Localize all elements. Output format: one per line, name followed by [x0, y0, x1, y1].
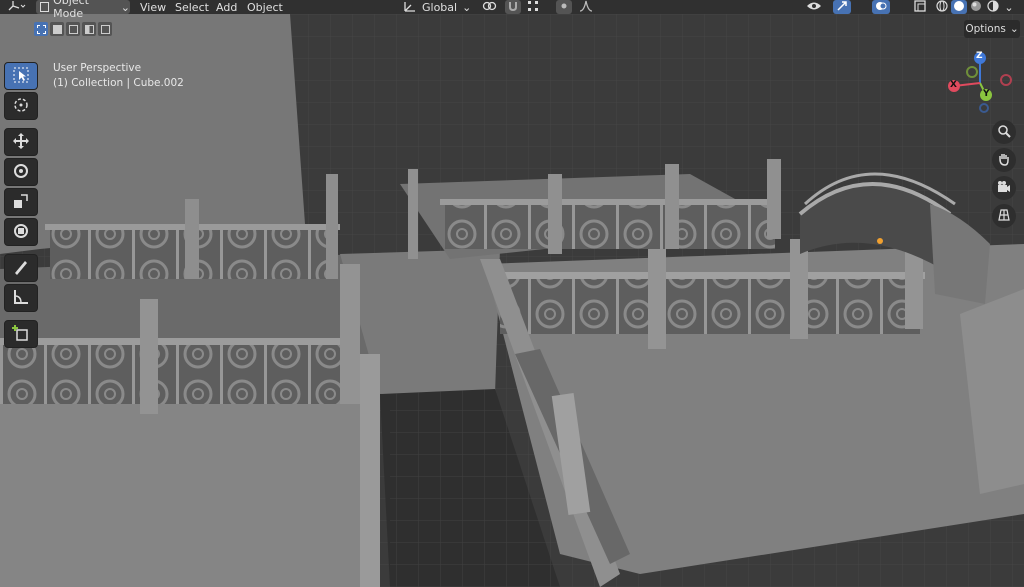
pivot-icon	[482, 0, 498, 15]
navigation-gizmo[interactable]: Z Y X	[940, 48, 1020, 118]
select-invert-icon	[84, 24, 94, 34]
tool-move[interactable]	[4, 128, 38, 156]
shading-solid[interactable]	[951, 0, 967, 14]
measure-icon	[12, 288, 30, 309]
hand-pan-icon	[997, 152, 1011, 169]
3d-viewport[interactable]: User Perspective (1) Collection | Cube.0…	[0, 14, 1024, 587]
mode-label: Object Mode	[53, 0, 89, 20]
select-intersect-mode[interactable]	[98, 22, 112, 36]
proportional-editing-toggle[interactable]	[556, 0, 572, 14]
orientation-dropdown[interactable]: Global ⌄	[403, 0, 471, 14]
overlays-toggle[interactable]	[872, 0, 890, 14]
editor-type-button[interactable]	[4, 0, 30, 14]
zoom-icon	[997, 124, 1011, 141]
menu-add[interactable]: Add	[216, 0, 237, 14]
options-label: Options	[965, 23, 1006, 35]
wireframe-sphere-icon	[936, 0, 948, 15]
viewport-info: User Perspective (1) Collection | Cube.0…	[53, 61, 184, 91]
chevron-down-icon: ⌄	[1004, 0, 1014, 14]
chevron-down-icon: ⌄	[462, 0, 472, 14]
pan-button[interactable]	[992, 148, 1016, 172]
gizmo-toggle[interactable]	[833, 0, 851, 14]
tool-annotate[interactable]	[4, 254, 38, 282]
tool-shelf	[4, 62, 38, 350]
camera-button[interactable]	[992, 176, 1016, 200]
snap-toggle[interactable]	[505, 0, 521, 14]
options-dropdown[interactable]: Options ⌄	[964, 20, 1020, 38]
menu-object[interactable]: Object	[247, 0, 283, 14]
material-sphere-icon	[970, 0, 982, 15]
shading-material[interactable]	[968, 0, 984, 14]
xray-icon	[914, 0, 926, 15]
select-subtract-mode[interactable]	[66, 22, 80, 36]
tool-add-cube[interactable]	[4, 320, 38, 348]
gizmo-x-label[interactable]: X	[950, 80, 957, 90]
xray-toggle[interactable]	[912, 0, 928, 14]
falloff-curve-icon	[579, 0, 593, 15]
select-extend-icon	[52, 24, 62, 34]
selection-mode-row	[34, 22, 112, 36]
collection-info: (1) Collection | Cube.002	[53, 77, 184, 89]
shading-wireframe[interactable]	[934, 0, 950, 14]
menu-select[interactable]: Select	[175, 0, 209, 14]
tool-transform[interactable]	[4, 218, 38, 246]
tool-rotate[interactable]	[4, 158, 38, 186]
pivot-dropdown[interactable]	[478, 0, 502, 14]
cursor-icon	[12, 96, 30, 117]
falloff-dropdown[interactable]	[575, 0, 597, 14]
chevron-down-icon: ⌄	[1009, 23, 1019, 35]
select-invert-mode[interactable]	[82, 22, 96, 36]
view-name: User Perspective	[53, 62, 142, 74]
shading-options-dropdown[interactable]: ⌄	[1002, 0, 1016, 14]
transform-orientation-icon	[403, 0, 417, 15]
select-subtract-icon	[68, 24, 78, 34]
tool-scale[interactable]	[4, 188, 38, 216]
chevron-down-icon: ⌄	[120, 0, 130, 14]
camera-icon	[997, 180, 1011, 197]
grid-snap-icon	[527, 0, 539, 15]
add-cube-icon	[12, 324, 30, 345]
visibility-dropdown[interactable]	[800, 0, 828, 14]
menu-view[interactable]: View	[140, 0, 166, 14]
mode-dropdown[interactable]: Object Mode ⌄	[36, 0, 130, 20]
shading-rendered[interactable]	[985, 0, 1001, 14]
annotate-icon	[12, 258, 30, 279]
scale-icon	[12, 192, 30, 213]
view-nav-buttons	[992, 120, 1020, 232]
select-box-icon	[13, 67, 29, 86]
tool-select-box[interactable]	[4, 62, 38, 90]
snap-target-dropdown[interactable]	[523, 0, 543, 14]
gizmo-y-label[interactable]: Y	[983, 89, 990, 99]
orientation-label: Global	[422, 0, 458, 14]
select-intersect-icon	[100, 24, 110, 34]
viewport-header: Object Mode ⌄ View Select Add Object Glo…	[0, 0, 1024, 20]
zoom-button[interactable]	[992, 120, 1016, 144]
gizmo-arrows-icon	[836, 0, 848, 15]
proportional-icon	[559, 1, 569, 14]
select-new-mode[interactable]	[34, 22, 48, 36]
transform-icon	[12, 222, 30, 243]
axis-icon	[7, 0, 27, 15]
gizmo-z-label[interactable]: Z	[976, 51, 983, 61]
move-icon	[12, 132, 30, 153]
scene-render	[0, 14, 1024, 587]
solid-sphere-icon	[953, 0, 965, 15]
eye-icon	[806, 0, 822, 15]
rotate-icon	[12, 162, 30, 183]
select-extend-mode[interactable]	[50, 22, 64, 36]
cube-mode-icon	[40, 2, 50, 12]
rendered-sphere-icon	[987, 0, 999, 15]
tool-cursor[interactable]	[4, 92, 38, 120]
grid-view-icon	[997, 208, 1011, 225]
tool-measure[interactable]	[4, 284, 38, 312]
magnet-icon	[507, 0, 519, 15]
overlays-icon	[875, 0, 887, 15]
select-new-icon	[36, 24, 46, 34]
ortho-toggle-button[interactable]	[992, 204, 1016, 228]
